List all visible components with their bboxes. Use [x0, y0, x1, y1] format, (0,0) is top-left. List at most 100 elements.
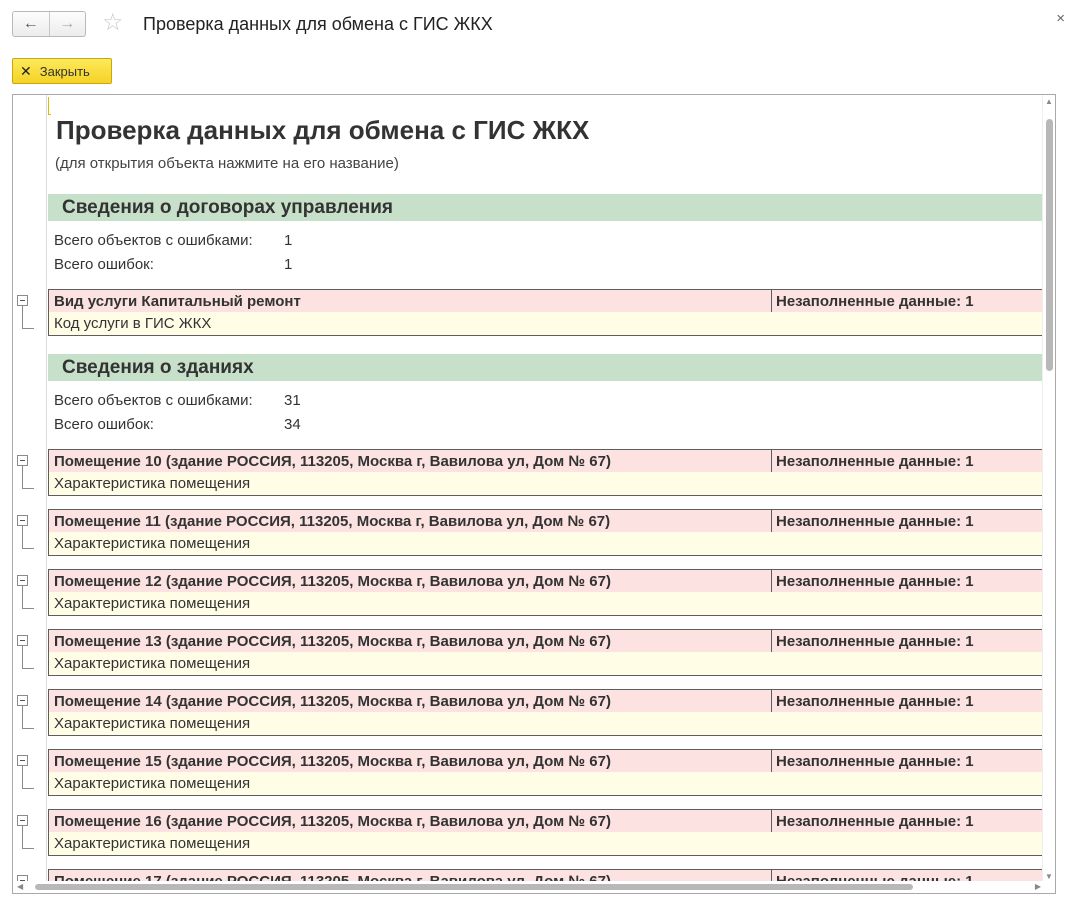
tree-line [22, 306, 23, 328]
collapse-minus-icon[interactable] [17, 295, 28, 306]
group-tree-control [17, 635, 43, 669]
group-detail-row: Характеристика помещения [48, 592, 1043, 616]
collapse-minus-icon[interactable] [17, 455, 28, 466]
tree-line [22, 668, 34, 669]
group-header-row: Помещение 10 (здание РОССИЯ, 113205, Мос… [48, 449, 1043, 473]
group-detail-row: Характеристика помещения [48, 652, 1043, 676]
group-detail-row: Характеристика помещения [48, 472, 1043, 496]
missing-field-label: Характеристика помещения [54, 715, 251, 732]
close-button[interactable]: ✕ Закрыть [12, 58, 112, 84]
missing-field-label: Характеристика помещения [54, 835, 251, 852]
tree-line [22, 788, 34, 789]
collapse-minus-icon[interactable] [17, 755, 28, 766]
collapse-minus-icon[interactable] [17, 695, 28, 706]
missing-field-label: Характеристика помещения [54, 535, 251, 552]
tree-line [22, 328, 34, 329]
report-content: Проверка данных для обмена с ГИС ЖКХ (дл… [48, 95, 1043, 893]
scroll-right-icon[interactable]: ▶ [1035, 882, 1041, 891]
stat-value: 1 [284, 232, 293, 249]
column-divider [771, 450, 772, 472]
group-tree-control [17, 515, 43, 549]
window-titlebar: ← → ☆ Проверка данных для обмена с ГИС Ж… [0, 0, 1079, 50]
group-tree-control [17, 575, 43, 609]
collapse-minus-icon[interactable] [17, 635, 28, 646]
group-header-row: Помещение 12 (здание РОССИЯ, 113205, Мос… [48, 569, 1043, 593]
object-link[interactable]: Помещение 11 (здание РОССИЯ, 113205, Мос… [54, 513, 610, 530]
column-divider [771, 570, 772, 592]
missing-data-count: Незаполненные данные: 1 [776, 293, 974, 310]
group-header-row: Помещение 16 (здание РОССИЯ, 113205, Мос… [48, 809, 1043, 833]
error-group: Вид услуги Капитальный ремонт Незаполненн… [48, 289, 1043, 336]
object-link[interactable]: Помещение 16 (здание РОССИЯ, 113205, Мос… [54, 813, 611, 830]
object-link[interactable]: Помещение 13 (здание РОССИЯ, 113205, Мос… [54, 633, 611, 650]
group-header-row: Вид услуги Капитальный ремонт Незаполненн… [48, 289, 1043, 313]
window-title: Проверка данных для обмена с ГИС ЖКХ [143, 14, 493, 34]
back-arrow-icon[interactable]: ← [13, 12, 49, 36]
missing-data-count: Незаполненные данные: 1 [776, 813, 974, 830]
collapse-minus-icon[interactable] [17, 815, 28, 826]
tree-line [22, 608, 34, 609]
contracts-errors-stat: Всего ошибок: 1 [54, 256, 292, 273]
tree-line [22, 706, 23, 728]
star-favorite-icon[interactable]: ☆ [102, 10, 124, 36]
missing-data-count: Незаполненные данные: 1 [776, 513, 974, 530]
close-window-icon[interactable]: × [1056, 10, 1065, 27]
buildings-objects-stat: Всего объектов с ошибками: 31 [54, 392, 301, 409]
group-tree-control [17, 295, 43, 329]
missing-data-count: Незаполненные данные: 1 [776, 573, 974, 590]
object-link[interactable]: Помещение 14 (здание РОССИЯ, 113205, Мос… [54, 693, 611, 710]
group-tree-control [17, 455, 43, 489]
stat-value: 31 [284, 392, 301, 409]
collapse-minus-icon[interactable] [17, 575, 28, 586]
group-tree-control [17, 815, 43, 849]
column-divider [771, 290, 772, 312]
horizontal-scroll-thumb[interactable] [35, 884, 913, 890]
group-detail-row: Код услуги в ГИС ЖКХ [48, 312, 1043, 336]
object-link[interactable]: Помещение 12 (здание РОССИЯ, 113205, Мос… [54, 573, 611, 590]
error-group: Помещение 13 (здание РОССИЯ, 113205, Мос… [48, 629, 1043, 676]
stat-label: Всего ошибок: [54, 256, 154, 273]
object-link[interactable]: Вид услуги Капитальный ремонт [54, 293, 301, 310]
scroll-up-icon[interactable]: ▲ [1045, 97, 1053, 106]
error-group: Помещение 14 (здание РОССИЯ, 113205, Мос… [48, 689, 1043, 736]
group-header-row: Помещение 11 (здание РОССИЯ, 113205, Мос… [48, 509, 1043, 533]
object-link[interactable]: Помещение 15 (здание РОССИЯ, 113205, Мос… [54, 753, 611, 770]
group-header-row: Помещение 13 (здание РОССИЯ, 113205, Мос… [48, 629, 1043, 653]
stat-value: 1 [284, 256, 293, 273]
vertical-scrollbar[interactable]: ▲ ▼ [1042, 95, 1055, 883]
tree-line [22, 548, 34, 549]
tree-line [22, 728, 34, 729]
report-title: Проверка данных для обмена с ГИС ЖКХ [56, 115, 590, 145]
column-divider [771, 630, 772, 652]
error-group: Помещение 10 (здание РОССИЯ, 113205, Мос… [48, 449, 1043, 496]
collapse-minus-icon[interactable] [17, 515, 28, 526]
contracts-objects-stat: Всего объектов с ошибками: 1 [54, 232, 292, 249]
column-divider [771, 810, 772, 832]
missing-data-count: Незаполненные данные: 1 [776, 633, 974, 650]
error-group: Помещение 15 (здание РОССИЯ, 113205, Мос… [48, 749, 1043, 796]
column-divider [771, 750, 772, 772]
tree-line [22, 848, 34, 849]
group-header-row: Помещение 15 (здание РОССИЯ, 113205, Мос… [48, 749, 1043, 773]
horizontal-scrollbar[interactable]: ◀ ▶ [13, 881, 1043, 893]
close-x-icon: ✕ [20, 62, 32, 79]
stat-label: Всего объектов с ошибками: [54, 232, 253, 249]
report-document: Проверка данных для обмена с ГИС ЖКХ (дл… [12, 94, 1056, 894]
scroll-down-icon[interactable]: ▼ [1045, 872, 1053, 881]
close-button-label: Закрыть [39, 63, 90, 79]
forward-arrow-icon[interactable]: → [48, 12, 86, 36]
stat-label: Всего объектов с ошибками: [54, 392, 253, 409]
missing-field-label: Характеристика помещения [54, 655, 251, 672]
error-group: Помещение 12 (здание РОССИЯ, 113205, Мос… [48, 569, 1043, 616]
buildings-errors-stat: Всего ошибок: 34 [54, 416, 301, 433]
stat-label: Всего ошибок: [54, 416, 154, 433]
missing-field-label: Характеристика помещения [54, 775, 251, 792]
missing-data-count: Незаполненные данные: 1 [776, 693, 974, 710]
object-link[interactable]: Помещение 10 (здание РОССИЯ, 113205, Мос… [54, 453, 611, 470]
group-detail-row: Характеристика помещения [48, 532, 1043, 556]
tree-line [22, 466, 23, 488]
scroll-left-icon[interactable]: ◀ [17, 882, 23, 891]
missing-data-count: Незаполненные данные: 1 [776, 753, 974, 770]
vertical-scroll-thumb[interactable] [1046, 119, 1053, 371]
missing-field-label: Характеристика помещения [54, 595, 251, 612]
